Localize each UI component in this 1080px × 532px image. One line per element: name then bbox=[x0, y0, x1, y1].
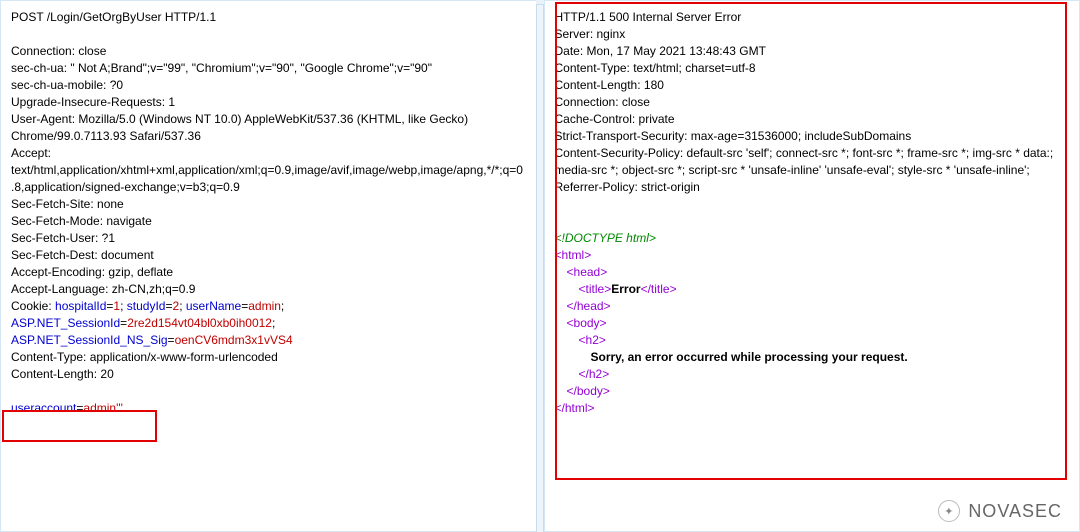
cookie-key-sessionid: ASP.NET_SessionId bbox=[11, 316, 120, 330]
cookie-val-studyid: 2 bbox=[173, 299, 180, 313]
header-user-agent-2: Chrome/99.0.7113.93 Safari/537.36 bbox=[11, 128, 526, 145]
header-sec-ch-ua: sec-ch-ua: " Not A;Brand";v="99", "Chrom… bbox=[11, 60, 526, 77]
header-cookie-1: Cookie: hospitalId=1; studyId=2; userNam… bbox=[11, 298, 526, 315]
header-user-agent-1: User-Agent: Mozilla/5.0 (Windows NT 10.0… bbox=[11, 111, 526, 128]
header-connection: Connection: close bbox=[11, 43, 526, 60]
header-sec-fetch-mode: Sec-Fetch-Mode: navigate bbox=[11, 213, 526, 230]
header-content-type: Content-Type: application/x-www-form-url… bbox=[11, 349, 526, 366]
header-upgrade-insecure: Upgrade-Insecure-Requests: 1 bbox=[11, 94, 526, 111]
highlight-response-pane bbox=[555, 2, 1067, 480]
request-pane[interactable]: POST /Login/GetOrgByUser HTTP/1.1 Connec… bbox=[0, 0, 536, 532]
header-cookie-2: ASP.NET_SessionId=2re2d154vt04bl0xb0ih00… bbox=[11, 315, 526, 332]
highlight-request-body bbox=[2, 410, 157, 442]
cookie-val-sessionid-sig: oenCV6mdm3x1vVS4 bbox=[175, 333, 293, 347]
header-sec-ch-ua-mobile: sec-ch-ua-mobile: ?0 bbox=[11, 77, 526, 94]
header-accept-3: .8,application/signed-exchange;v=b3;q=0.… bbox=[11, 179, 526, 196]
watermark: ✦ NOVASEC bbox=[938, 500, 1062, 522]
cookie-val-username: admin bbox=[248, 299, 281, 313]
header-content-length: Content-Length: 20 bbox=[11, 366, 526, 383]
wechat-icon: ✦ bbox=[938, 500, 960, 522]
watermark-brand: NOVASEC bbox=[968, 501, 1062, 522]
header-sec-fetch-dest: Sec-Fetch-Dest: document bbox=[11, 247, 526, 264]
header-accept-language: Accept-Language: zh-CN,zh;q=0.9 bbox=[11, 281, 526, 298]
header-accept-1: Accept: bbox=[11, 145, 526, 162]
header-sec-fetch-site: Sec-Fetch-Site: none bbox=[11, 196, 526, 213]
cookie-key-studyid: studyId bbox=[127, 299, 166, 313]
cookie-key-hospitalid: hospitalId bbox=[55, 299, 106, 313]
header-accept-encoding: Accept-Encoding: gzip, deflate bbox=[11, 264, 526, 281]
cookie-val-hospitalid: 1 bbox=[113, 299, 120, 313]
cookie-val-sessionid: 2re2d154vt04bl0xb0ih0012 bbox=[127, 316, 272, 330]
request-line: POST /Login/GetOrgByUser HTTP/1.1 bbox=[11, 9, 526, 26]
header-cookie-3: ASP.NET_SessionId_NS_Sig=oenCV6mdm3x1vVS… bbox=[11, 332, 526, 349]
cookie-key-sessionid-sig: ASP.NET_SessionId_NS_Sig bbox=[11, 333, 168, 347]
header-accept-2: text/html,application/xhtml+xml,applicat… bbox=[11, 162, 526, 179]
cookie-prefix: Cookie: bbox=[11, 299, 55, 313]
pane-divider[interactable] bbox=[536, 0, 544, 532]
cookie-key-username: userName bbox=[186, 299, 241, 313]
header-sec-fetch-user: Sec-Fetch-User: ?1 bbox=[11, 230, 526, 247]
